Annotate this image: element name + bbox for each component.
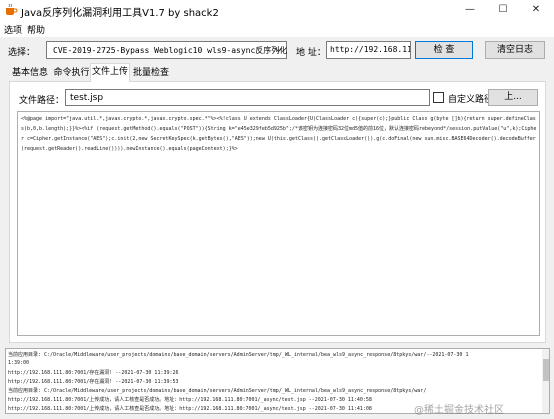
log-line: http://192.168.111.80:7001/存在漏洞! --2021-… xyxy=(8,379,179,385)
title-bar: Java反序列化漏洞利用工具V1.7 by shack2 — ☐ ✕ xyxy=(0,0,554,20)
menu-bar: 选项 帮助 xyxy=(0,20,554,37)
maximize-button[interactable]: ☐ xyxy=(488,0,518,20)
file-content-textarea[interactable]: <%@page import="java.util.*,javax.crypto… xyxy=(17,111,540,336)
address-label: 地 址： xyxy=(296,48,326,58)
minimize-button[interactable]: — xyxy=(455,0,485,20)
chevron-down-icon xyxy=(274,47,283,53)
watermark: @稀土掘金技术社区 xyxy=(414,405,504,416)
menu-help[interactable]: 帮助 xyxy=(27,23,45,36)
menu-options[interactable]: 选项 xyxy=(4,23,22,36)
file-content-text: <%@page import="java.util.*,javax.crypto… xyxy=(21,116,537,152)
log-line: 1:39:00 xyxy=(8,360,30,366)
log-line: http://192.168.111.80:7001/上传成功，请人工核查是否成… xyxy=(8,406,372,412)
close-button[interactable]: ✕ xyxy=(521,0,551,20)
coffee-cup-icon xyxy=(6,3,18,15)
log-line: 当前应用目录: C:/Oracle/Middleware/user_projec… xyxy=(8,352,469,358)
exploit-select-value: CVE-2019-2725-Bypass Weblogic10 wls9-asy… xyxy=(53,46,288,55)
window-title: Java反序列化漏洞利用工具V1.7 by shack2 xyxy=(21,8,219,19)
address-input-value: http://192.168.111.80: xyxy=(330,45,410,54)
file-path-value: test.jsp xyxy=(70,93,104,103)
file-path-input[interactable]: test.jsp xyxy=(65,89,430,106)
custom-path-checkbox[interactable] xyxy=(433,92,444,103)
file-upload-panel: 文件路径： test.jsp 自定义路径 上... <%@page import… xyxy=(9,81,546,343)
log-scrollbar[interactable] xyxy=(542,349,549,413)
tab-file-upload[interactable]: 文件上传 xyxy=(90,63,130,82)
clear-log-button[interactable]: 清空日志 xyxy=(485,41,545,59)
log-line: http://192.168.111.80:7001/存在漏洞! --2021-… xyxy=(8,370,179,376)
tab-command-exec[interactable]: 命令执行 xyxy=(53,65,90,82)
log-line: 当前应用目录: C:/Oracle/Middleware/user_projec… xyxy=(8,388,427,394)
tab-basic-info[interactable]: 基本信息 xyxy=(9,65,51,82)
tab-batch-check[interactable]: 批量检查 xyxy=(131,65,171,82)
log-scroll-thumb[interactable] xyxy=(543,359,549,381)
log-line: http://192.168.111.80:7001/上传成功，请人工核查是否成… xyxy=(8,397,372,403)
file-path-label: 文件路径： xyxy=(19,96,65,106)
address-input[interactable]: http://192.168.111.80: xyxy=(326,41,411,59)
exploit-select[interactable]: CVE-2019-2725-Bypass Weblogic10 wls9-asy… xyxy=(46,41,287,59)
select-label: 选择： xyxy=(8,48,36,58)
custom-path-label: 自定义路径 xyxy=(448,95,494,105)
check-button[interactable]: 检 查 xyxy=(415,41,473,59)
upload-button[interactable]: 上... xyxy=(488,89,538,106)
